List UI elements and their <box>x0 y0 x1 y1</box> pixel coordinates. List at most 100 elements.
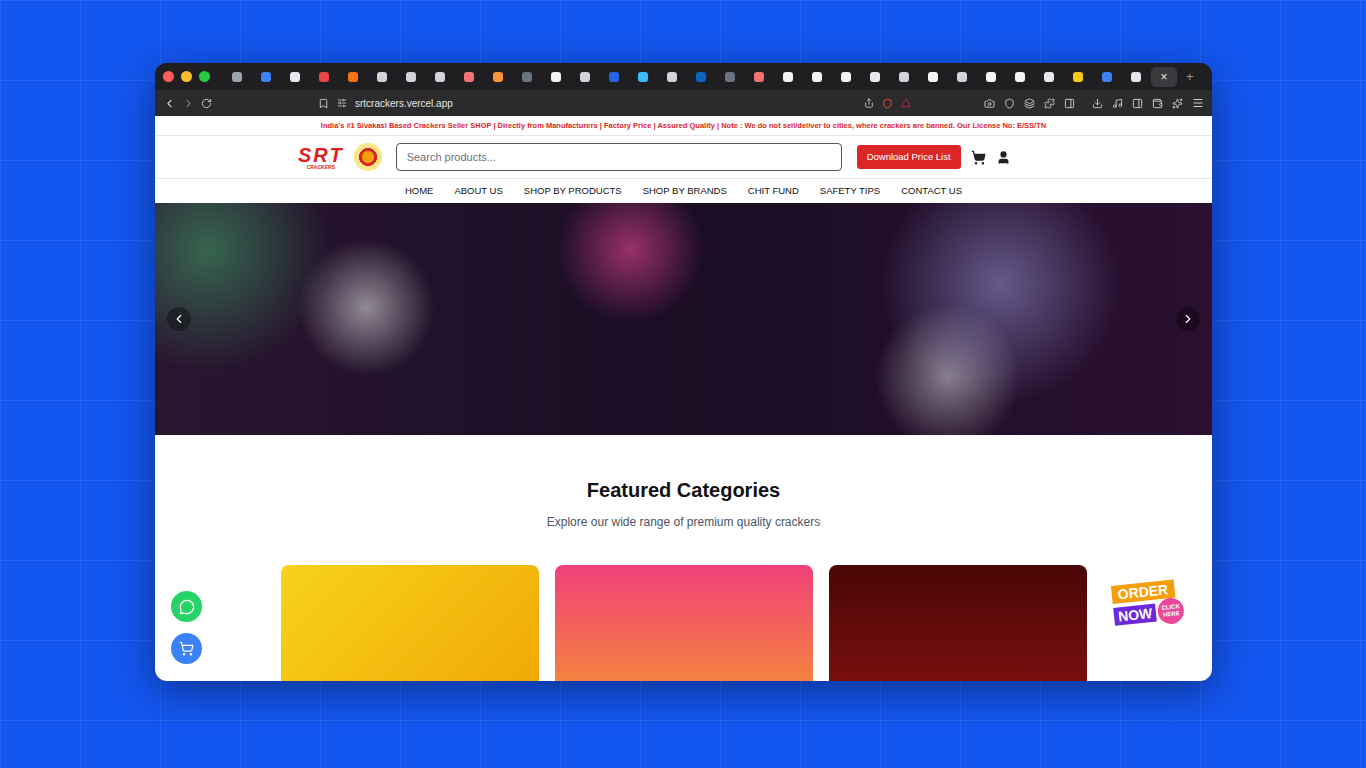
tab[interactable] <box>1034 67 1063 87</box>
back-icon[interactable] <box>163 97 176 110</box>
tab[interactable] <box>715 67 744 87</box>
bookmark-icon[interactable] <box>318 98 329 109</box>
new-tab-button[interactable]: + <box>1186 70 1194 83</box>
nav-item[interactable]: ABOUT US <box>454 184 502 198</box>
favicon-icon <box>1102 72 1112 82</box>
extensions-icon[interactable] <box>1044 98 1055 109</box>
tab[interactable] <box>367 67 396 87</box>
media-icon[interactable] <box>1112 98 1123 109</box>
cart-icon[interactable] <box>971 150 986 165</box>
tab[interactable] <box>1092 67 1121 87</box>
tab[interactable] <box>686 67 715 87</box>
maximize-window-icon[interactable] <box>199 71 210 82</box>
tab[interactable] <box>628 67 657 87</box>
favicon-icon <box>290 72 300 82</box>
vpn-icon[interactable] <box>1004 98 1015 109</box>
toolbar-actions <box>984 97 1204 109</box>
click-here-tag: CLICK HERE <box>1157 597 1186 626</box>
tab[interactable] <box>947 67 976 87</box>
extension-icon[interactable] <box>1024 98 1035 109</box>
sidebar-icon[interactable] <box>1132 98 1143 109</box>
chevron-left-icon <box>172 312 186 326</box>
leo-icon[interactable] <box>1172 98 1183 109</box>
site-settings-icon[interactable] <box>337 98 347 108</box>
tab[interactable] <box>918 67 947 87</box>
tab[interactable] <box>309 67 338 87</box>
nav-item[interactable]: SHOP BY PRODUCTS <box>524 184 622 198</box>
download-price-list-button[interactable]: Download Price List <box>857 145 961 169</box>
tab[interactable] <box>744 67 773 87</box>
tab[interactable] <box>280 67 309 87</box>
tab[interactable] <box>222 67 251 87</box>
favicon-icon <box>870 72 880 82</box>
favicon-icon <box>841 72 851 82</box>
tab[interactable] <box>483 67 512 87</box>
logo[interactable]: SRTCRACKERS <box>298 145 344 170</box>
nav-item[interactable]: HOME <box>405 184 434 198</box>
tab[interactable] <box>1121 67 1150 87</box>
tab[interactable] <box>425 67 454 87</box>
brave-shield-icon[interactable] <box>882 98 893 109</box>
reader-icon[interactable] <box>1064 98 1075 109</box>
wallet-icon[interactable] <box>1152 98 1163 109</box>
featured-categories: Featured CategoriesExplore our wide rang… <box>155 435 1212 681</box>
tab[interactable]: × <box>1151 67 1177 87</box>
tab[interactable] <box>860 67 889 87</box>
slider-prev-button[interactable] <box>167 307 191 331</box>
close-tab-button[interactable]: × <box>1160 71 1167 83</box>
tab[interactable] <box>831 67 860 87</box>
address-bar[interactable]: srtcrackers.vercel.app <box>312 93 917 113</box>
forward-icon[interactable] <box>182 97 195 110</box>
user-icon[interactable] <box>996 150 1011 165</box>
favicon-icon <box>1073 72 1083 82</box>
url[interactable]: srtcrackers.vercel.app <box>355 96 856 111</box>
tab[interactable] <box>976 67 1005 87</box>
nav-item[interactable]: CHIT FUND <box>748 184 799 198</box>
download-icon[interactable] <box>1092 98 1103 109</box>
search-field[interactable]: Search products... <box>396 143 842 171</box>
tab[interactable] <box>599 67 628 87</box>
menu-icon[interactable] <box>1192 97 1204 109</box>
tab[interactable] <box>512 67 541 87</box>
tab[interactable] <box>396 67 425 87</box>
favicon-icon <box>464 72 474 82</box>
favicon-icon <box>493 72 503 82</box>
category-card[interactable] <box>829 565 1087 681</box>
favicon-icon <box>667 72 677 82</box>
tab[interactable] <box>657 67 686 87</box>
camera-icon[interactable] <box>984 98 995 109</box>
tab[interactable] <box>570 67 599 87</box>
tab[interactable] <box>338 67 367 87</box>
hero-slider <box>155 203 1212 435</box>
minimize-window-icon[interactable] <box>181 71 192 82</box>
tab[interactable] <box>541 67 570 87</box>
logo-sub: CRACKERS <box>307 165 335 170</box>
tab[interactable] <box>1063 67 1092 87</box>
emblem-icon <box>354 143 382 171</box>
nav-item[interactable]: SHOP BY BRANDS <box>643 184 727 198</box>
category-cards <box>281 565 1087 681</box>
floating-cart-button[interactable] <box>171 633 202 664</box>
share-icon[interactable] <box>864 98 874 108</box>
favicon-icon <box>986 72 996 82</box>
main-nav: HOME ABOUT US SHOP BY PRODUCTS SHOP BY BRAN… <box>155 179 1212 203</box>
reload-icon[interactable] <box>201 98 212 109</box>
tab[interactable] <box>251 67 280 87</box>
favicon-icon <box>725 72 735 82</box>
tab[interactable] <box>773 67 802 87</box>
nav-item[interactable]: CONTACT US <box>901 184 962 198</box>
tab[interactable] <box>889 67 918 87</box>
tab[interactable] <box>802 67 831 87</box>
tab[interactable] <box>1005 67 1034 87</box>
tab[interactable] <box>454 67 483 87</box>
rewards-icon[interactable] <box>901 98 911 108</box>
slider-next-button[interactable] <box>1176 307 1200 331</box>
whatsapp-button[interactable] <box>171 591 202 622</box>
order-now-badge[interactable]: ORDERNOWCLICK HERE <box>1111 578 1191 630</box>
category-card[interactable] <box>281 565 539 681</box>
category-card[interactable] <box>555 565 813 681</box>
favicon-icon <box>377 72 387 82</box>
section-subtitle: Explore our wide range of premium qualit… <box>547 513 820 531</box>
close-window-icon[interactable] <box>163 71 174 82</box>
nav-item[interactable]: SAFETY TIPS <box>820 184 880 198</box>
